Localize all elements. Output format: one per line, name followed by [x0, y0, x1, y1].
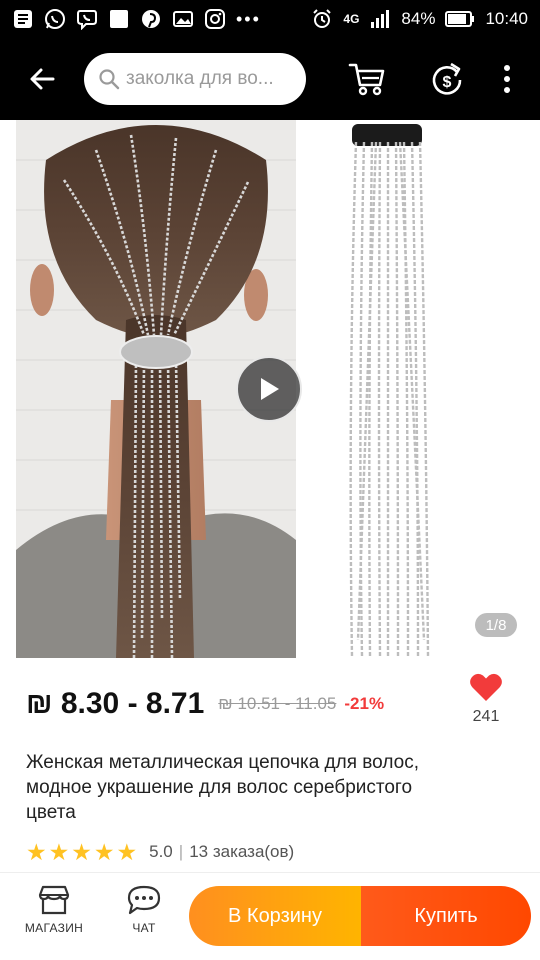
rating-stars: ★ ★ ★ ★ ★: [26, 840, 137, 864]
network-4g-icon: 4G: [343, 12, 360, 26]
video-play-button[interactable]: [236, 356, 302, 422]
add-to-cart-button[interactable]: В Корзину: [189, 886, 361, 946]
notification-square-icon: [108, 8, 130, 30]
product-page: ••• 4G 84% 10:40 $: [0, 0, 540, 960]
wishlist-count: 241: [472, 708, 500, 725]
heart-icon: [470, 673, 502, 701]
star-icon: ★: [71, 839, 92, 865]
buy-now-button[interactable]: Купить: [361, 886, 531, 946]
rating-value: 5.0: [149, 842, 173, 861]
search-bar[interactable]: [84, 53, 306, 105]
product-image-gallery[interactable]: 1/8: [0, 120, 540, 668]
wishlist-button[interactable]: 241: [462, 672, 510, 726]
price-row: ₪ 8.30 - 8.71 ₪ 10.51 - 11.05 -21%: [26, 684, 426, 724]
system-indicators: 4G 84% 10:40: [311, 8, 528, 30]
store-icon: [38, 885, 70, 915]
product-title: Женская металлическая цепочка для волос,…: [26, 752, 419, 823]
old-price: ₪ 10.51 - 11.05: [218, 694, 337, 713]
svg-text:$: $: [443, 74, 452, 91]
alarm-icon: [311, 8, 333, 30]
gallery-icon: [172, 8, 194, 30]
chat-icon: [127, 885, 161, 915]
viber-icon: [76, 8, 98, 30]
chat-label: ЧАТ: [132, 921, 156, 935]
discount-badge: -21%: [344, 694, 385, 713]
search-header: $: [0, 38, 540, 120]
whatsapp-icon: [44, 8, 66, 30]
notification-icons: •••: [12, 8, 261, 30]
search-input[interactable]: [126, 68, 286, 90]
current-price: ₪ 8.30 - 8.71: [26, 687, 205, 720]
product-photo-chains[interactable]: [318, 120, 468, 658]
share-button[interactable]: $: [428, 38, 466, 120]
search-icon: [99, 69, 120, 90]
messages-icon: [12, 8, 34, 30]
cart-icon: [348, 63, 385, 96]
clock: 10:40: [485, 9, 528, 28]
star-icon: ★: [48, 839, 70, 865]
play-icon: [261, 378, 279, 400]
orders-count: 13 заказа(ов): [189, 842, 295, 861]
back-arrow-icon: [30, 68, 55, 90]
back-button[interactable]: [0, 38, 84, 120]
star-icon: ★: [116, 839, 138, 865]
more-vertical-icon: [504, 65, 510, 93]
battery-percent: 84%: [401, 9, 436, 28]
image-counter: 1/8: [475, 613, 517, 637]
store-label: МАГАЗИН: [24, 921, 84, 935]
status-bar: ••• 4G 84% 10:40: [0, 0, 540, 38]
store-button[interactable]: МАГАЗИН: [12, 885, 96, 935]
more-dots-icon: •••: [236, 8, 261, 29]
chat-button[interactable]: ЧАТ: [102, 885, 186, 935]
star-icon: ★: [26, 839, 47, 865]
bottom-action-bar: МАГАЗИН ЧАТ В Корзину Купить: [0, 872, 540, 960]
cart-button[interactable]: [306, 38, 428, 120]
instagram-icon: [204, 8, 226, 30]
more-button[interactable]: [474, 38, 540, 120]
rating-summary[interactable]: ★ ★ ★ ★ ★ 5.0 | 13 заказа(ов): [26, 840, 294, 864]
battery-icon: [445, 8, 475, 30]
star-icon: ★: [93, 839, 115, 865]
rating-separator: |: [178, 842, 184, 861]
signal-icon: [369, 8, 391, 30]
pinterest-icon: [140, 8, 162, 30]
share-dollar-icon: $: [432, 62, 462, 95]
